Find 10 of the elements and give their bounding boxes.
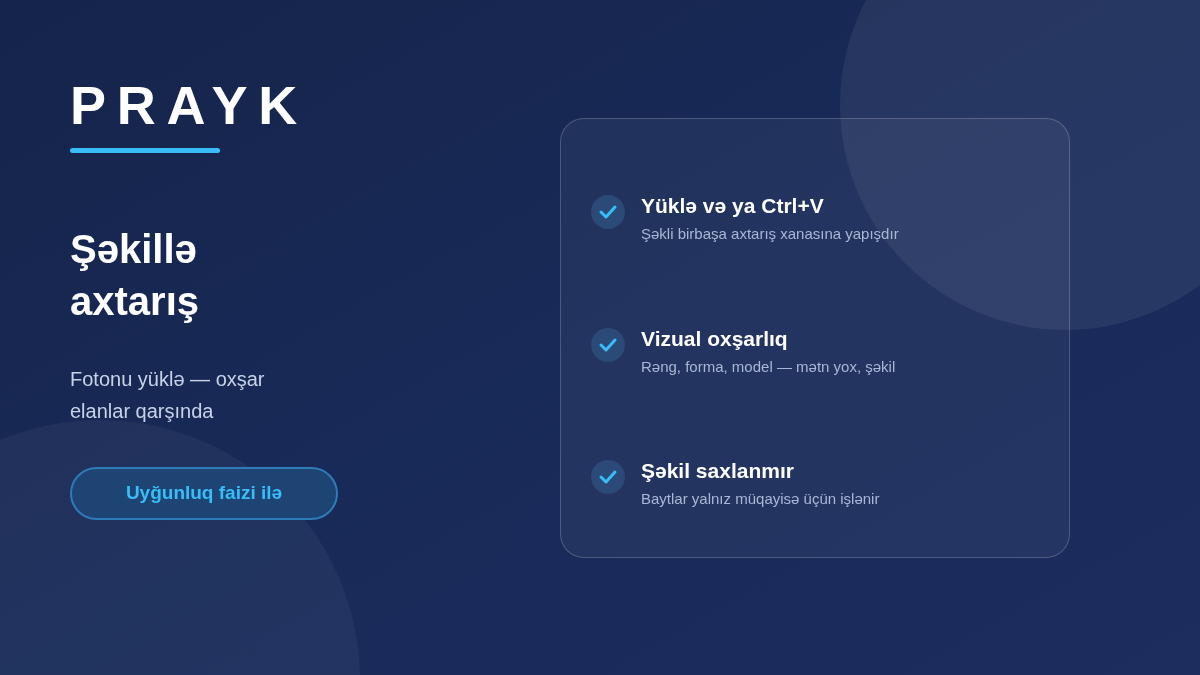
feature-title: Yüklə və ya Ctrl+V [641,193,825,219]
heading: Şəkillə axtarış [70,226,200,325]
subtitle: Fotonu yüklə — oxşar elanlar qarşında [70,367,266,424]
logo: PRAYK [70,78,310,132]
feature-description: Baytlar yalnız müqayisə üçün işlənir [641,489,880,509]
feature-description: Rəng, forma, model — mətn yox, şəkil [641,356,896,377]
feature-description: Şəkli birbaşa axtarış xanasına yapışdır [641,224,899,244]
feature-title: Şəkil saxlanmır [641,458,795,484]
feature-title: Vizual oxşarlıq [641,325,789,352]
match-percent-button[interactable]: Uyğunluq faizi ilə [70,467,338,520]
